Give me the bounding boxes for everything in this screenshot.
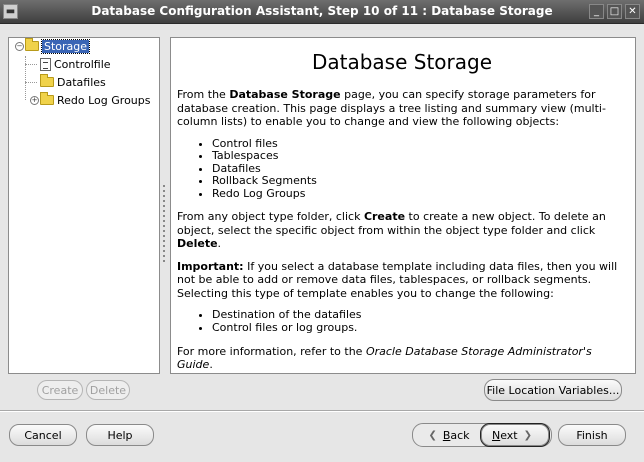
window-title: Database Configuration Assistant, Step 1… [91,4,553,18]
finish-button[interactable]: Finish [558,424,626,446]
minimize-icon[interactable]: _ [589,4,604,19]
chevron-left-icon: ❮ [428,429,437,441]
create-button[interactable]: Create [37,380,83,400]
tree-item-label: Storage [40,38,91,54]
help-content-panel: Database Storage From the Database Stora… [170,37,636,374]
more-info-paragraph: For more information, refer to the Oracl… [177,344,592,372]
help-button[interactable]: Help [86,424,154,446]
tree-item-storage[interactable]: − Storage [15,38,91,54]
tree-item-label: Controlfile [54,57,111,71]
folder-icon [25,38,39,51]
tree-item-redo-log-groups[interactable]: + Redo Log Groups [30,92,151,108]
list-item: Redo Log Groups [212,187,627,201]
maximize-icon[interactable]: □ [607,4,622,19]
folder-icon [40,74,54,87]
chevron-right-icon: ❯ [523,429,533,441]
tree-item-label: Datafiles [57,75,106,89]
title-bar: ▬ Database Configuration Assistant, Step… [0,0,644,24]
expand-icon[interactable]: + [30,95,39,105]
important-paragraph: Important: If you select a database temp… [177,259,618,300]
tree-connector [25,82,37,83]
page-title: Database Storage [311,50,493,74]
intro-paragraph: From the Database Storage page, you can … [177,88,606,128]
tree-item-datafiles[interactable]: Datafiles [40,74,106,90]
close-icon[interactable]: ✕ [625,4,640,19]
tree-connector [25,64,37,65]
separator [0,410,644,412]
cancel-button[interactable]: Cancel [9,424,77,446]
file-location-variables-button[interactable]: File Location Variables... [484,379,622,401]
splitter-handle[interactable] [162,185,166,265]
create-delete-paragraph: From any object type folder, click Creat… [177,210,606,251]
tree-connector [25,56,26,100]
back-button[interactable]: ❮ Back [415,424,477,446]
list-item: Control files or log groups. [212,321,627,335]
next-button[interactable]: Next ❯ [480,423,550,447]
file-icon [40,57,51,71]
list-item: Tablespaces [212,149,627,163]
changeable-list: Destination of the datafiles Control fil… [177,309,627,334]
tree-item-label: Redo Log Groups [57,93,151,107]
list-item: Rollback Segments [212,175,627,188]
object-list: Control files Tablespaces Datafiles Roll… [177,137,627,201]
collapse-icon[interactable]: − [15,41,24,51]
folder-icon [40,92,54,105]
delete-button[interactable]: Delete [86,380,130,400]
storage-tree[interactable]: − Storage Controlfile Datafiles + Redo L… [8,37,160,374]
tree-item-controlfile[interactable]: Controlfile [40,56,111,72]
